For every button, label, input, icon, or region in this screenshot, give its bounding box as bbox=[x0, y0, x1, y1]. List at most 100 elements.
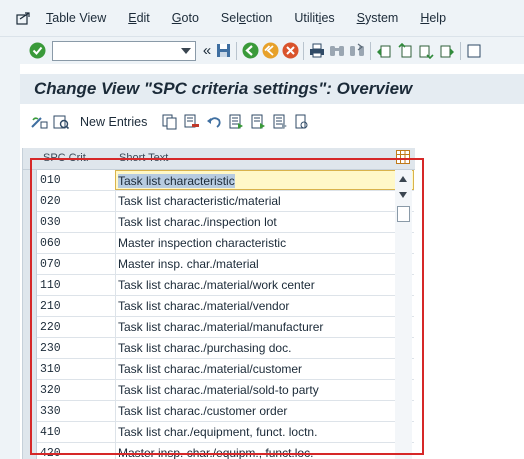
short-text-value: Master insp. char./equipm., funct.loc. bbox=[118, 446, 314, 459]
toolbar-separator bbox=[236, 41, 237, 60]
short-text-value: Task list charac./material/sold-to party bbox=[118, 383, 319, 397]
table-row[interactable]: 410 Task list char./equipment, funct. loc… bbox=[37, 422, 414, 443]
new-session-icon[interactable] bbox=[465, 42, 483, 60]
short-text-cell[interactable]: Task list charac./material/manufacturer bbox=[115, 317, 414, 337]
vertical-scrollbar[interactable] bbox=[395, 170, 412, 459]
short-text-value: Task list characteristic bbox=[118, 174, 235, 188]
short-text-cell[interactable]: Master insp. char./equipm., funct.loc. bbox=[115, 443, 414, 459]
spc-criteria-table: SPC Crit. Short Text 010 Task list charac… bbox=[22, 148, 415, 459]
spc-crit-cell: 320 bbox=[40, 384, 61, 397]
short-text-value: Master inspection characteristic bbox=[118, 236, 287, 250]
delete-icon[interactable] bbox=[183, 113, 201, 131]
table-row[interactable]: 420 Master insp. char./equipm., funct.loc… bbox=[37, 443, 414, 459]
short-text-value: Task list charac./purchasing doc. bbox=[118, 341, 292, 355]
short-text-cell[interactable]: Task list charac./material/work center bbox=[115, 275, 414, 295]
back-icon[interactable] bbox=[241, 42, 259, 60]
short-text-value: Master insp. char./material bbox=[118, 257, 259, 271]
first-page-icon[interactable] bbox=[375, 42, 393, 60]
table-row[interactable]: 030 Task list charac./inspection lot bbox=[37, 212, 414, 233]
menu-utilities[interactable]: Utilities bbox=[294, 11, 334, 25]
short-text-cell[interactable]: Task list charac./material/sold-to party bbox=[115, 380, 414, 400]
scroll-up-icon[interactable] bbox=[399, 176, 407, 182]
menu-edit[interactable]: Edit bbox=[128, 11, 150, 25]
select-block-icon[interactable] bbox=[249, 113, 267, 131]
page-title: Change View "SPC criteria settings": Ove… bbox=[34, 79, 413, 98]
scrollbar-thumb[interactable] bbox=[397, 206, 410, 222]
menu-bar: Table View Edit Goto Selection Utilities… bbox=[0, 0, 524, 36]
menu-help[interactable]: Help bbox=[420, 11, 446, 25]
menu-system[interactable]: System bbox=[357, 11, 399, 25]
select-all-icon[interactable] bbox=[227, 113, 245, 131]
short-text-cell[interactable]: Task list charac./inspection lot bbox=[115, 212, 414, 232]
display-change-icon[interactable] bbox=[30, 113, 48, 131]
title-bar: Change View "SPC criteria settings": Ove… bbox=[20, 74, 524, 104]
application-toolbar: New Entries bbox=[20, 108, 524, 136]
table-row[interactable]: 060 Master inspection characteristic bbox=[37, 233, 414, 254]
row-selector-column[interactable] bbox=[23, 170, 37, 459]
table-row[interactable]: 110 Task list charac./material/work cente… bbox=[37, 275, 414, 296]
spc-crit-cell: 030 bbox=[40, 216, 61, 229]
last-page-icon[interactable] bbox=[438, 42, 456, 60]
table-settings-icon[interactable] bbox=[394, 148, 412, 166]
short-text-value: Task list char./equipment, funct. loctn. bbox=[118, 425, 318, 439]
other-view-icon[interactable] bbox=[52, 113, 70, 131]
scroll-down-icon[interactable] bbox=[399, 192, 407, 198]
spc-crit-cell: 210 bbox=[40, 300, 61, 313]
find-next-icon[interactable] bbox=[348, 42, 366, 60]
short-text-cell[interactable]: Master insp. char./material bbox=[115, 254, 414, 274]
command-field[interactable] bbox=[52, 40, 196, 61]
save-icon[interactable] bbox=[214, 42, 232, 60]
table-row[interactable]: 020 Task list characteristic/material bbox=[37, 191, 414, 212]
table-header: SPC Crit. Short Text bbox=[23, 148, 415, 170]
cancel-icon[interactable] bbox=[281, 42, 299, 60]
short-text-cell[interactable]: Task list charac./customer order bbox=[115, 401, 414, 421]
spc-crit-cell: 110 bbox=[40, 279, 61, 292]
new-entries-button[interactable]: New Entries bbox=[80, 115, 147, 129]
table-row[interactable]: 230 Task list charac./purchasing doc. bbox=[37, 338, 414, 359]
exit-icon[interactable] bbox=[261, 42, 279, 60]
collapse-toolbar-icon[interactable]: « bbox=[200, 42, 214, 60]
short-text-cell[interactable]: Task list charac./purchasing doc. bbox=[115, 338, 414, 358]
deselect-all-icon[interactable] bbox=[271, 113, 289, 131]
spc-crit-cell: 020 bbox=[40, 195, 61, 208]
short-text-value: Task list charac./material/work center bbox=[118, 278, 315, 292]
undo-icon[interactable] bbox=[205, 113, 223, 131]
column-header-short-text[interactable]: Short Text bbox=[119, 152, 168, 164]
menu-goto[interactable]: Goto bbox=[172, 11, 199, 25]
table-row[interactable]: 070 Master insp. char./material bbox=[37, 254, 414, 275]
menu-table-view[interactable]: Table View bbox=[46, 11, 106, 25]
short-text-cell[interactable]: Master inspection characteristic bbox=[115, 233, 414, 253]
toolbar-separator bbox=[370, 41, 371, 60]
enter-checkmark-icon[interactable] bbox=[28, 42, 46, 60]
short-text-cell[interactable]: Task list characteristic bbox=[115, 170, 414, 190]
spc-crit-cell: 070 bbox=[40, 258, 61, 271]
copy-as-icon[interactable] bbox=[161, 113, 179, 131]
spc-crit-cell: 420 bbox=[40, 447, 61, 459]
find-icon[interactable] bbox=[328, 42, 346, 60]
table-row[interactable]: 310 Task list charac./material/customer bbox=[37, 359, 414, 380]
short-text-value: Task list charac./inspection lot bbox=[118, 215, 277, 229]
table-row[interactable]: 320 Task list charac./material/sold-to pa… bbox=[37, 380, 414, 401]
menu-exit-icon[interactable] bbox=[16, 11, 32, 25]
short-text-value: Task list charac./customer order bbox=[118, 404, 288, 418]
menu-selection[interactable]: Selection bbox=[221, 11, 272, 25]
previous-page-icon[interactable] bbox=[396, 42, 414, 60]
print-icon[interactable] bbox=[308, 42, 326, 60]
short-text-cell[interactable]: Task list char./equipment, funct. loctn. bbox=[115, 422, 414, 442]
short-text-cell[interactable]: Task list charac./material/vendor bbox=[115, 296, 414, 316]
chevron-down-icon[interactable] bbox=[181, 47, 191, 54]
print-field-list-icon[interactable] bbox=[293, 113, 311, 131]
spc-crit-cell: 410 bbox=[40, 426, 61, 439]
short-text-cell[interactable]: Task list charac./material/customer bbox=[115, 359, 414, 379]
column-header-spc-crit[interactable]: SPC Crit. bbox=[43, 152, 89, 164]
spc-crit-cell: 010 bbox=[40, 174, 61, 187]
next-page-icon[interactable] bbox=[417, 42, 435, 60]
table-row[interactable]: 220 Task list charac./material/manufactur… bbox=[37, 317, 414, 338]
table-row[interactable]: 010 Task list characteristic bbox=[37, 170, 414, 191]
toolbar-separator bbox=[460, 41, 461, 60]
short-text-cell[interactable]: Task list characteristic/material bbox=[115, 191, 414, 211]
spc-crit-cell: 330 bbox=[40, 405, 61, 418]
table-row[interactable]: 330 Task list charac./customer order bbox=[37, 401, 414, 422]
short-text-value: Task list charac./material/vendor bbox=[118, 299, 290, 313]
table-row[interactable]: 210 Task list charac./material/vendor bbox=[37, 296, 414, 317]
